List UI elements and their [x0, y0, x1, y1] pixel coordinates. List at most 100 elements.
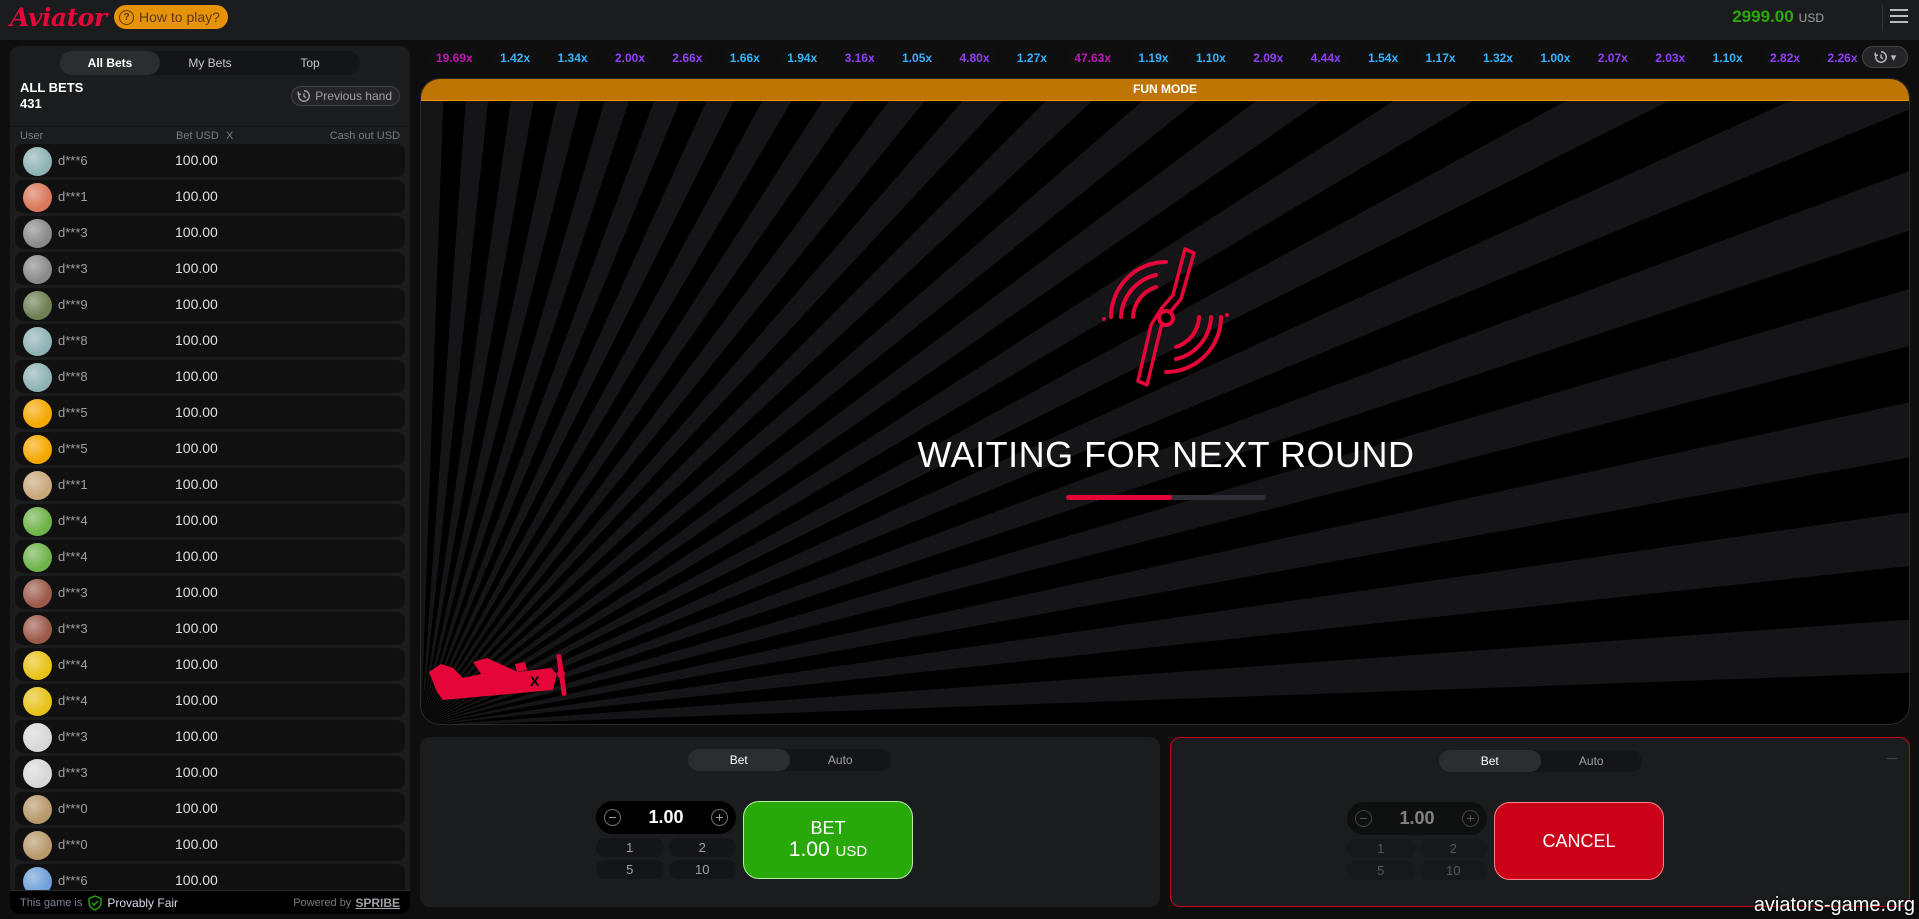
bet-amount: 100.00: [175, 260, 218, 276]
previous-hand-button[interactable]: Previous hand: [291, 86, 400, 106]
username: d***5: [58, 441, 88, 456]
bet-amount: 100.00: [175, 152, 218, 168]
multiplier-history-strip: 19.69x 1.42x 1.34x 2.00x 2.66x 1.66x 1.94x 3.16…: [428, 46, 1860, 70]
avatar: [23, 687, 52, 716]
tab-my-bets[interactable]: My Bets: [160, 51, 260, 75]
top-header: Aviator ? How to play? 2999.00 USD: [0, 0, 1919, 40]
multiplier-chip[interactable]: 4.80x: [951, 46, 998, 70]
airplane-icon: X: [429, 654, 567, 700]
multiplier-chip[interactable]: 2.07x: [1589, 46, 1636, 70]
tab-auto[interactable]: Auto: [1541, 750, 1643, 772]
multiplier-chip[interactable]: 2.09x: [1245, 46, 1292, 70]
bet-row: d***6 100.00: [15, 144, 405, 177]
plus-icon[interactable]: +: [1461, 810, 1479, 827]
tab-top[interactable]: Top: [260, 51, 360, 75]
bet-button-label: BET: [810, 818, 846, 838]
multiplier-chip[interactable]: 1.10x: [1187, 46, 1234, 70]
bet-amount-stepper: − 1.00 +: [1347, 802, 1487, 835]
bet-row: d***0 100.00: [15, 828, 405, 861]
bet-row: d***1 100.00: [15, 468, 405, 501]
quick-amount-2[interactable]: 2: [1419, 839, 1487, 858]
tab-all-bets[interactable]: All Bets: [60, 51, 160, 75]
multiplier-chip[interactable]: 19.69x: [428, 46, 481, 70]
avatar: [23, 651, 52, 680]
bet-amount: 100.00: [175, 836, 218, 852]
balance: 2999.00 USD: [1732, 7, 1824, 27]
username: d***6: [58, 873, 88, 888]
col-user: User: [20, 130, 44, 142]
bet-amount: 100.00: [175, 620, 218, 636]
multiplier-chip[interactable]: 3.16x: [836, 46, 883, 70]
bet-amount: 100.00: [175, 440, 218, 456]
multiplier-chip[interactable]: 1.32x: [1474, 46, 1521, 70]
bet-amount-input[interactable]: 1.00: [1399, 808, 1434, 829]
how-to-play-button[interactable]: ? How to play?: [114, 5, 228, 29]
provably-fair-link[interactable]: Provably Fair: [107, 896, 178, 910]
quick-amount-5[interactable]: 5: [1347, 861, 1415, 880]
bet-amount: 100.00: [175, 764, 218, 780]
bet-row: d***8 100.00: [15, 324, 405, 357]
provably-fair-footer: This game is Provably Fair Powered by SP…: [10, 890, 410, 914]
game-canvas: FUN MODE WAITING FOR NEXT ROUND X: [420, 78, 1910, 725]
watermark: aviators-game.org: [1753, 894, 1915, 916]
hamburger-menu-icon[interactable]: [1890, 9, 1908, 23]
multiplier-chip[interactable]: 1.05x: [894, 46, 941, 70]
history-dropdown-button[interactable]: ▾: [1862, 46, 1908, 68]
tab-bet[interactable]: Bet: [1439, 750, 1541, 772]
aviator-logo[interactable]: Aviator: [10, 3, 107, 32]
username: d***0: [58, 801, 88, 816]
propeller-icon: [1102, 247, 1229, 387]
quick-amount-1[interactable]: 1: [596, 838, 664, 857]
round-progress-fill: [1066, 495, 1172, 500]
multiplier-chip[interactable]: 1.42x: [492, 46, 539, 70]
shield-check-icon: [88, 894, 103, 911]
cancel-button[interactable]: CANCEL: [1494, 802, 1664, 880]
multiplier-chip[interactable]: 1.34x: [549, 46, 596, 70]
username: d***6: [58, 153, 88, 168]
bet-amount-input[interactable]: 1.00: [648, 807, 683, 828]
multiplier-chip[interactable]: 2.00x: [606, 46, 653, 70]
bet-amount: 100.00: [175, 296, 218, 312]
multiplier-chip[interactable]: 2.66x: [664, 46, 711, 70]
quick-amount-1[interactable]: 1: [1347, 839, 1415, 858]
quick-amount-10[interactable]: 10: [1419, 861, 1487, 880]
tab-auto[interactable]: Auto: [790, 749, 892, 771]
tab-bet[interactable]: Bet: [688, 749, 790, 771]
avatar: [23, 579, 52, 608]
multiplier-chip[interactable]: 1.66x: [721, 46, 768, 70]
multiplier-chip[interactable]: 2.26x: [1819, 46, 1860, 70]
minus-icon[interactable]: −: [604, 809, 621, 826]
avatar: [23, 507, 52, 536]
multiplier-chip[interactable]: 1.94x: [779, 46, 826, 70]
history-icon: [1874, 51, 1887, 63]
username: d***1: [58, 189, 88, 204]
multiplier-chip[interactable]: 1.54x: [1360, 46, 1407, 70]
multiplier-chip[interactable]: 2.03x: [1647, 46, 1694, 70]
bet-row: d***4 100.00: [15, 648, 405, 681]
multiplier-chip[interactable]: 47.63x: [1066, 46, 1120, 70]
minus-icon[interactable]: −: [1355, 810, 1372, 827]
quick-amount-10[interactable]: 10: [668, 860, 736, 879]
bet-amount: 100.00: [175, 368, 218, 384]
bet-row: d***3 100.00: [15, 576, 405, 609]
remove-panel-button[interactable]: [1887, 758, 1897, 759]
multiplier-chip[interactable]: 4.44x: [1302, 46, 1349, 70]
bet-row: d***0 100.00: [15, 792, 405, 825]
multiplier-chip[interactable]: 1.19x: [1130, 46, 1177, 70]
avatar: [23, 291, 52, 320]
quick-amount-2[interactable]: 2: [668, 838, 736, 857]
spribe-logo[interactable]: SPRIBE: [355, 896, 400, 910]
multiplier-chip[interactable]: 1.27x: [1008, 46, 1055, 70]
multiplier-chip[interactable]: 1.00x: [1532, 46, 1579, 70]
multiplier-chip[interactable]: 1.17x: [1417, 46, 1464, 70]
username: d***3: [58, 765, 88, 780]
quick-amount-5[interactable]: 5: [596, 860, 664, 879]
bet-row: d***3 100.00: [15, 252, 405, 285]
avatar: [23, 435, 52, 464]
multiplier-chip[interactable]: 1.10x: [1704, 46, 1751, 70]
plus-icon[interactable]: +: [710, 809, 728, 826]
multiplier-chip[interactable]: 2.82x: [1762, 46, 1809, 70]
bet-row: d***3 100.00: [15, 720, 405, 753]
bet-button[interactable]: BET 1.00 USD: [743, 801, 913, 879]
bet-amount: 100.00: [175, 656, 218, 672]
